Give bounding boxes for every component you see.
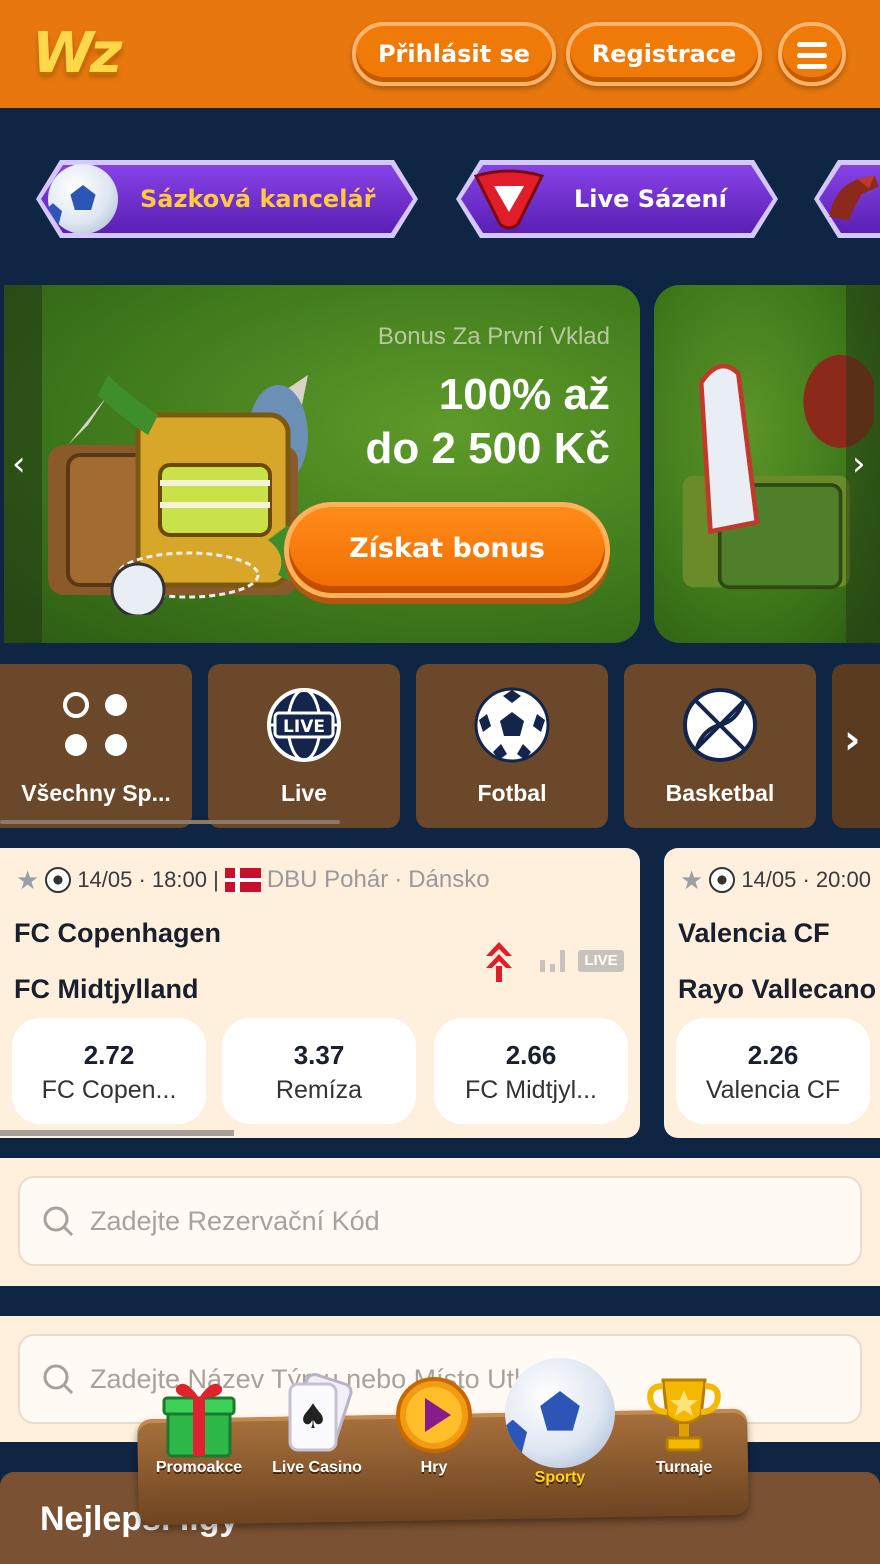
nav-tournaments[interactable]: Turnaje [634, 1370, 734, 1476]
svg-text:♠: ♠ [298, 1397, 328, 1437]
hot-trend-icon [486, 942, 512, 982]
odds-button-home[interactable]: 2.26 Valencia CF [676, 1018, 870, 1124]
soccer-ball-icon [474, 687, 550, 763]
soccer-ball-icon [709, 867, 736, 893]
bonus-banner[interactable]: Bonus Za První Vklad 100% až do 2 500 Kč… [4, 285, 640, 643]
four-dots-icon [63, 692, 127, 756]
play-icon [396, 1377, 472, 1453]
nav-label: Live Casino [272, 1459, 362, 1476]
hamburger-menu-icon[interactable] [778, 22, 846, 86]
bonus-title-line1: 100% až [438, 370, 610, 419]
match-meta: ★ 14/05 · 20:00 [680, 866, 871, 894]
booking-code-input[interactable]: Zadejte Rezervační Kód [18, 1176, 862, 1266]
login-button[interactable]: Přihlásit se [352, 22, 556, 86]
favorite-star-icon[interactable]: ★ [16, 867, 39, 893]
match-card[interactable]: ★ 14/05 · 20:00 Valencia CF Rayo Valleca… [664, 848, 880, 1138]
match-scrollbar[interactable] [0, 1130, 234, 1136]
odds-value: 2.26 [747, 1040, 799, 1070]
booking-code-placeholder: Zadejte Rezervační Kód [90, 1206, 380, 1236]
nav-pill-label: Sázková kancelář [140, 185, 376, 213]
live-globe-icon: LIVE [267, 688, 341, 762]
separator-dot: · [394, 866, 403, 893]
foam-hand-illustration [682, 354, 874, 590]
match-card[interactable]: ★ 14/05 · 18:00 | DBU Pohár · Dánsko FC … [0, 848, 640, 1138]
away-team: Rayo Vallecano [678, 974, 877, 1004]
banner-next-arrow-icon[interactable]: › [852, 447, 866, 481]
register-button[interactable]: Registrace [566, 22, 762, 86]
category-scrollbar[interactable] [0, 820, 340, 824]
odds-label: Valencia CF [705, 1076, 841, 1104]
nav-pill-label: Live Sázení [574, 185, 727, 213]
category-label: Všechny Sp... [21, 780, 171, 806]
nav-label: Turnaje [655, 1459, 713, 1476]
odds-label: FC Copen... [41, 1076, 177, 1104]
away-team: FC Midtjylland [14, 974, 199, 1004]
nav-games[interactable]: Hry [384, 1370, 484, 1476]
category-label: Live [280, 780, 328, 806]
booking-code-section: Zadejte Rezervační Kód [0, 1158, 880, 1286]
odds-button-away[interactable]: 2.66 FC Midtjyl... [434, 1018, 628, 1124]
gift-icon [162, 1383, 236, 1458]
match-country: Dánsko [408, 866, 490, 893]
odds-label: FC Midtjyl... [465, 1076, 597, 1104]
secondary-banner[interactable] [654, 285, 880, 643]
odds-button-home[interactable]: 2.72 FC Copen... [12, 1018, 206, 1124]
nav-sports[interactable]: Sporty [500, 1358, 620, 1486]
match-datetime: 14/05 · 18:00 | [77, 867, 219, 892]
category-all-sports[interactable]: Všechny Sp... [0, 664, 192, 828]
odds-label: Remíza [275, 1076, 363, 1104]
basketball-icon [683, 688, 757, 762]
soccer-ball-icon [45, 867, 72, 893]
bottom-navigation: Promoakce ♠ Live Casino Hry Sporty Turna… [137, 1358, 749, 1526]
odds-value: 3.37 [293, 1040, 345, 1070]
nav-label: Sporty [534, 1469, 586, 1486]
soccer-ball-icon [505, 1358, 615, 1468]
home-team: FC Copenhagen [14, 918, 221, 948]
match-meta: ★ 14/05 · 18:00 | DBU Pohár · Dánsko [16, 866, 490, 894]
banner-prev-arrow-icon[interactable]: ‹ [12, 447, 26, 481]
chevron-right-icon: › [844, 717, 861, 763]
home-team: Valencia CF [678, 918, 830, 948]
live-play-icon [473, 169, 545, 230]
bonus-title-line2: do 2 500 Kč [365, 424, 610, 473]
odds-button-draw[interactable]: 3.37 Remíza [222, 1018, 416, 1124]
bonus-subtitle: Bonus Za První Vklad [377, 323, 610, 350]
top-header: Wz Přihlásit se Registrace [0, 0, 880, 108]
live-badge: LIVE [578, 950, 624, 972]
cards-icon: ♠ [288, 1373, 353, 1452]
nav-pill-more[interactable] [814, 160, 880, 238]
svg-text:LIVE: LIVE [283, 717, 325, 737]
stats-icon[interactable] [540, 948, 566, 972]
soccer-ball-icon [48, 164, 118, 234]
nav-promotions[interactable]: Promoakce [144, 1370, 254, 1476]
category-scroll-next[interactable]: › [832, 664, 880, 828]
nav-pill-live-betting[interactable]: Live Sázení [456, 160, 778, 238]
get-bonus-button[interactable]: Získat bonus [284, 502, 610, 598]
nav-pill-sportsbook[interactable]: Sázková kancelář [36, 160, 418, 238]
horse-racing-icon [829, 175, 879, 221]
category-label: Fotbal [477, 780, 547, 806]
category-label: Basketbal [665, 780, 775, 806]
search-icon [43, 1206, 74, 1237]
trophy-icon [647, 1378, 721, 1452]
nav-live-casino[interactable]: ♠ Live Casino [262, 1370, 372, 1476]
category-football[interactable]: Fotbal [416, 664, 608, 828]
search-icon [43, 1364, 74, 1395]
category-live[interactable]: LIVE Live [208, 664, 400, 828]
favorite-star-icon[interactable]: ★ [680, 867, 703, 893]
match-datetime: 14/05 · 20:00 [741, 867, 871, 892]
match-league: DBU Pohár [266, 866, 389, 893]
site-logo[interactable]: Wz [32, 26, 122, 82]
nav-label: Hry [420, 1459, 448, 1476]
odds-value: 2.66 [505, 1040, 557, 1070]
denmark-flag-icon [224, 868, 261, 892]
category-basketball[interactable]: Basketbal [624, 664, 816, 828]
odds-value: 2.72 [83, 1040, 135, 1070]
nav-label: Promoakce [155, 1459, 243, 1476]
